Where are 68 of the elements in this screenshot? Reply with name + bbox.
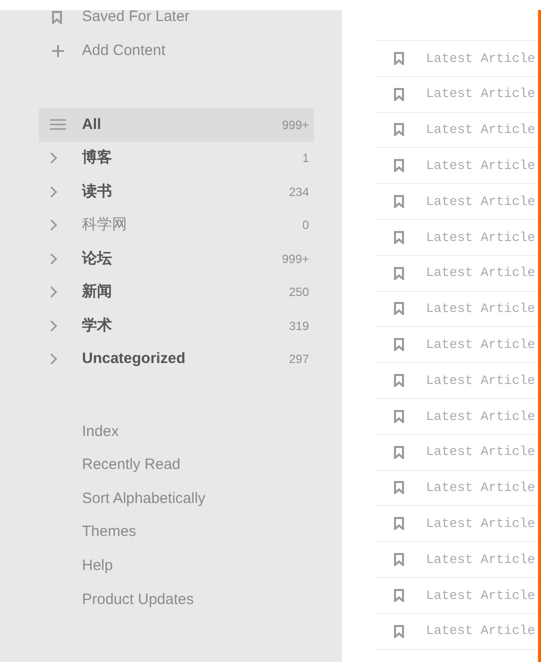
category-item[interactable]: 博客 1 bbox=[39, 142, 314, 175]
article-title: Latest Article bbox=[426, 479, 536, 498]
article-title: Latest Article bbox=[426, 85, 536, 104]
bookmark-icon bbox=[394, 517, 404, 530]
article-title: Latest Article bbox=[426, 550, 536, 569]
chevron-icon bbox=[50, 186, 58, 198]
bookmark-icon bbox=[394, 374, 404, 388]
article-title: Latest Article bbox=[426, 622, 536, 640]
sidebar-item[interactable]: Add Content bbox=[0, 34, 342, 68]
article-title: Latest Article bbox=[426, 408, 536, 426]
bookmark-icon bbox=[394, 159, 404, 172]
category-item[interactable]: 新闻 250 bbox=[39, 276, 314, 309]
category-item[interactable]: 学术 319 bbox=[39, 309, 314, 342]
bookmark-icon bbox=[394, 52, 404, 65]
menu-link[interactable]: Recently Read bbox=[82, 448, 180, 482]
article-title: Latest Article bbox=[426, 264, 536, 282]
article-title: Latest Article bbox=[426, 157, 536, 176]
unread-count: 297 bbox=[288, 351, 309, 368]
bookmark-icon bbox=[394, 446, 404, 459]
menu-link[interactable]: Index bbox=[82, 415, 119, 449]
unread-count: 999+ bbox=[282, 116, 309, 134]
chevron-icon bbox=[50, 320, 58, 332]
article-title: Latest Article bbox=[426, 300, 536, 318]
article-title: Latest Article bbox=[426, 228, 536, 247]
article-title: Latest Article bbox=[426, 372, 536, 390]
plus-icon bbox=[52, 45, 64, 57]
article-title: Latest Article bbox=[426, 336, 536, 354]
bookmark-icon bbox=[394, 123, 404, 136]
bookmark-icon bbox=[394, 230, 404, 244]
bookmark-icon bbox=[394, 624, 404, 638]
article-title: Latest Article bbox=[426, 192, 536, 211]
bookmark-icon bbox=[394, 302, 404, 316]
chevron-icon bbox=[50, 286, 58, 298]
menu-icon bbox=[50, 119, 66, 130]
bookmark-icon bbox=[394, 338, 404, 352]
bookmark-icon bbox=[394, 195, 404, 208]
bookmark-icon bbox=[394, 588, 404, 602]
category-item[interactable]: Uncategorized 297 bbox=[39, 342, 314, 376]
bookmark-icon bbox=[394, 88, 404, 101]
unread-count: 1 bbox=[302, 150, 309, 168]
category-item[interactable]: 论坛 999+ bbox=[39, 242, 314, 276]
article-title: Latest Article bbox=[426, 443, 536, 462]
unread-count: 234 bbox=[288, 184, 309, 201]
menu-link[interactable]: Product Updates bbox=[82, 582, 194, 617]
bookmark-icon bbox=[394, 553, 404, 566]
unread-count: 999+ bbox=[282, 250, 309, 268]
menu-link[interactable]: Help bbox=[82, 549, 113, 583]
unread-count: 250 bbox=[288, 284, 309, 302]
article-title: Latest Article bbox=[426, 50, 536, 68]
chevron-icon bbox=[50, 152, 58, 164]
article-title: Latest Article bbox=[426, 586, 536, 605]
bookmark-icon bbox=[394, 266, 404, 280]
menu-link[interactable]: Themes bbox=[82, 516, 136, 550]
sidebar-item[interactable]: Saved For Later bbox=[0, 0, 342, 34]
category-item[interactable]: All 999+ bbox=[39, 108, 314, 142]
article-title: Latest Article bbox=[426, 515, 536, 533]
chevron-icon bbox=[50, 252, 58, 265]
unread-count: 0 bbox=[302, 217, 309, 234]
bookmark-icon bbox=[394, 410, 404, 423]
article-title: Latest Article bbox=[426, 121, 536, 140]
unread-count: 319 bbox=[288, 318, 309, 335]
bookmark-icon bbox=[52, 10, 62, 24]
category-item[interactable]: 科学网 0 bbox=[39, 208, 314, 242]
category-item[interactable]: 读书 234 bbox=[39, 175, 314, 208]
chevron-icon bbox=[50, 219, 58, 232]
bookmark-icon bbox=[394, 481, 404, 494]
menu-link[interactable]: Sort Alphabetically bbox=[82, 482, 206, 516]
chevron-icon bbox=[50, 353, 58, 366]
